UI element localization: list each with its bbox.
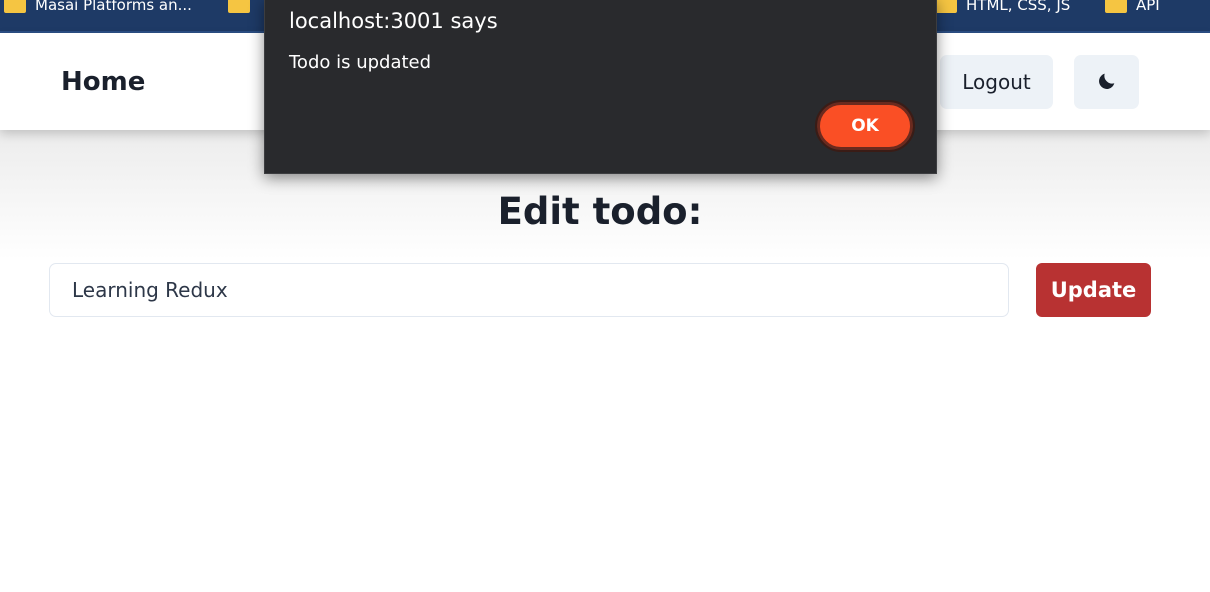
dialog-title: localhost:3001 says <box>289 9 498 33</box>
bookmark-label: API <box>1136 0 1160 14</box>
bookmark-api[interactable]: API <box>1105 0 1160 16</box>
update-button[interactable]: Update <box>1036 263 1151 317</box>
ok-button[interactable]: OK <box>815 100 915 152</box>
bookmark-masai-platforms[interactable]: Masai Platforms an... <box>4 0 192 16</box>
folder-icon <box>935 0 957 13</box>
nav-home-link[interactable]: Home <box>61 67 145 97</box>
folder-icon <box>4 0 26 13</box>
theme-toggle-button[interactable] <box>1074 55 1139 109</box>
dialog-message: Todo is updated <box>289 52 432 73</box>
moon-icon <box>1096 70 1118 95</box>
bookmark-label: HTML, CSS, JS <box>966 0 1071 14</box>
folder-icon <box>1105 0 1127 13</box>
todo-input[interactable] <box>49 263 1009 317</box>
folder-icon <box>228 0 250 13</box>
alert-dialog: localhost:3001 says Todo is updated OK <box>264 0 937 174</box>
page: Masai Platforms an... HTML, CSS, JS API … <box>0 0 1210 592</box>
logout-button[interactable]: Logout <box>940 55 1053 109</box>
bookmark-folder-hidden[interactable] <box>228 0 250 16</box>
page-title: Edit todo: <box>497 190 703 233</box>
bookmark-html-css-js[interactable]: HTML, CSS, JS <box>935 0 1070 16</box>
bookmark-label: Masai Platforms an... <box>35 0 192 14</box>
